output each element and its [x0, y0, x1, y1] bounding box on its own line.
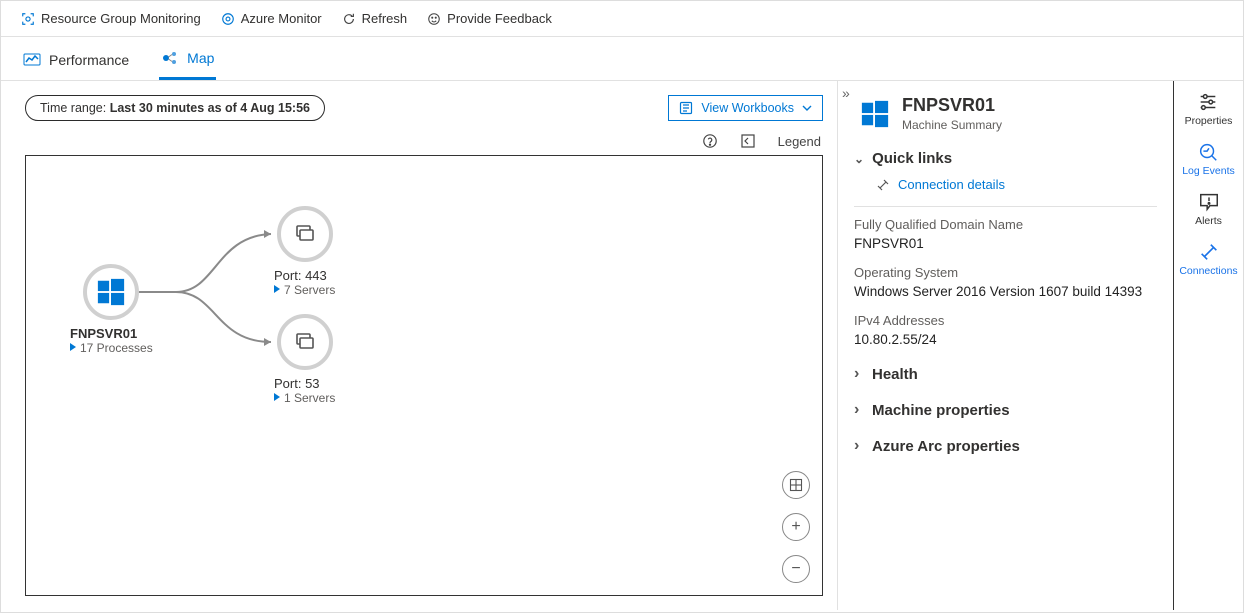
rail-label: Properties — [1185, 115, 1233, 127]
time-range-label: Time range: — [40, 101, 110, 115]
cmd-azure-monitor[interactable]: Azure Monitor — [221, 11, 322, 26]
cmd-refresh[interactable]: Refresh — [342, 11, 408, 26]
section-quick-links[interactable]: ⌄ Quick links — [854, 150, 1157, 167]
right-rail: Properties Log Events Alerts Connections — [1173, 81, 1243, 610]
details-panel: » FNPSVR01 Machine Summary ⌄ Quick links… — [837, 81, 1173, 610]
value-ip: 10.80.2.55/24 — [854, 332, 1157, 347]
node-title: Port: 443 — [274, 268, 335, 283]
cmd-label: Azure Monitor — [241, 11, 322, 26]
section-title: Azure Arc properties — [872, 438, 1020, 455]
collapse-panel-icon[interactable]: » — [842, 85, 850, 101]
node-title: FNPSVR01 — [70, 326, 153, 341]
rail-label: Connections — [1179, 265, 1237, 277]
value-fqdn: FNPSVR01 — [854, 236, 1157, 251]
map-canvas[interactable]: FNPSVR01 17 Processes Port: 443 7 Server… — [25, 155, 823, 596]
panel-title: FNPSVR01 — [902, 95, 1002, 116]
panel-subtitle: Machine Summary — [902, 118, 1002, 132]
cmd-feedback[interactable]: Provide Feedback — [427, 11, 552, 26]
cmd-label: Resource Group Monitoring — [41, 11, 201, 26]
tab-bar: Performance Map — [1, 37, 1243, 81]
help-icon[interactable] — [702, 133, 718, 149]
focus-icon — [21, 12, 35, 26]
plug-icon — [1198, 241, 1220, 263]
time-range-value: Last 30 minutes as of 4 Aug 15:56 — [110, 101, 310, 115]
alert-icon — [1198, 191, 1220, 213]
node-title: Port: 53 — [274, 376, 335, 391]
zoom-fit-button[interactable] — [782, 471, 810, 499]
rail-log-events[interactable]: Log Events — [1182, 141, 1235, 177]
zoom-out-button[interactable]: − — [782, 555, 810, 583]
map-node-port-53[interactable]: Port: 53 1 Servers — [274, 314, 335, 405]
tab-label: Map — [187, 50, 214, 66]
connection-icon — [876, 178, 890, 192]
label-ip: IPv4 Addresses — [854, 313, 1157, 328]
servers-icon — [293, 222, 317, 246]
node-sub: 1 Servers — [274, 391, 335, 405]
windows-icon — [860, 99, 890, 129]
workbook-icon — [679, 101, 693, 115]
section-health[interactable]: Health — [854, 365, 1157, 383]
rail-connections[interactable]: Connections — [1179, 241, 1237, 277]
view-workbooks-button[interactable]: View Workbooks — [668, 95, 823, 121]
windows-icon — [96, 277, 126, 307]
monitor-icon — [221, 12, 235, 26]
cmd-resource-group-monitoring[interactable]: Resource Group Monitoring — [21, 11, 201, 26]
section-title: Quick links — [872, 150, 952, 167]
workbooks-label: View Workbooks — [701, 101, 794, 115]
rail-label: Alerts — [1195, 215, 1222, 227]
time-range-picker[interactable]: Time range: Last 30 minutes as of 4 Aug … — [25, 95, 325, 121]
rail-properties[interactable]: Properties — [1185, 91, 1233, 127]
label-fqdn: Fully Qualified Domain Name — [854, 217, 1157, 232]
sliders-icon — [1197, 91, 1219, 113]
map-area: Time range: Last 30 minutes as of 4 Aug … — [1, 81, 837, 610]
cmd-label: Refresh — [362, 11, 408, 26]
log-icon — [1197, 141, 1219, 163]
map-node-root[interactable]: FNPSVR01 17 Processes — [70, 264, 153, 355]
section-title: Health — [872, 366, 918, 383]
tab-performance[interactable]: Performance — [21, 47, 131, 79]
chevron-down-icon — [802, 105, 812, 111]
performance-icon — [23, 51, 41, 69]
map-edges — [26, 156, 822, 595]
node-sub: 17 Processes — [70, 341, 153, 355]
command-bar: Resource Group Monitoring Azure Monitor … — [1, 1, 1243, 37]
tab-map[interactable]: Map — [159, 45, 216, 80]
collapse-icon[interactable] — [740, 133, 756, 149]
map-zoom-controls: + − — [782, 471, 810, 583]
refresh-icon — [342, 12, 356, 26]
legend-label: Legend — [778, 134, 821, 149]
link-connection-details[interactable]: Connection details — [876, 177, 1157, 192]
map-icon — [161, 49, 179, 67]
link-label: Connection details — [898, 177, 1005, 192]
divider — [854, 206, 1157, 207]
smiley-icon — [427, 12, 441, 26]
section-machine-properties[interactable]: Machine properties — [854, 401, 1157, 419]
cmd-label: Provide Feedback — [447, 11, 552, 26]
zoom-in-button[interactable]: + — [782, 513, 810, 541]
section-title: Machine properties — [872, 402, 1010, 419]
servers-icon — [293, 330, 317, 354]
value-os: Windows Server 2016 Version 1607 build 1… — [854, 284, 1157, 299]
rail-alerts[interactable]: Alerts — [1195, 191, 1222, 227]
label-os: Operating System — [854, 265, 1157, 280]
tab-label: Performance — [49, 52, 129, 68]
node-sub: 7 Servers — [274, 283, 335, 297]
chevron-down-icon: ⌄ — [854, 152, 864, 166]
section-azure-arc-properties[interactable]: Azure Arc properties — [854, 437, 1157, 455]
map-node-port-443[interactable]: Port: 443 7 Servers — [274, 206, 335, 297]
rail-label: Log Events — [1182, 165, 1235, 177]
